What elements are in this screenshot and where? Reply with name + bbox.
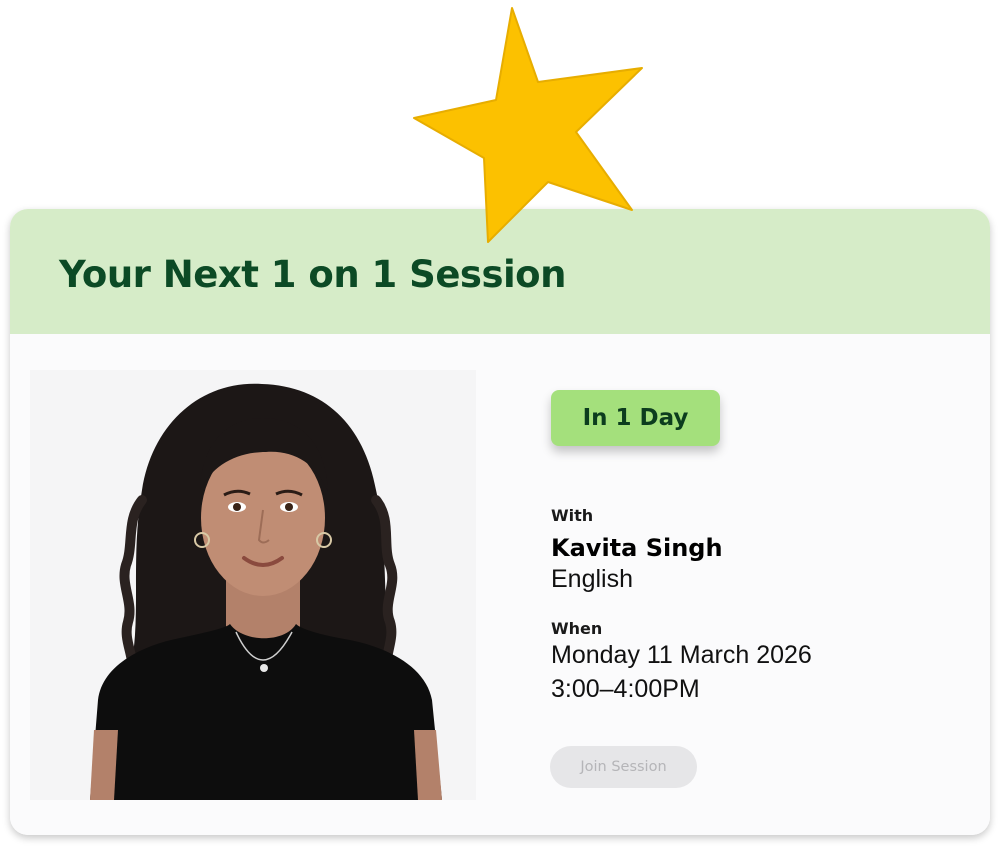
session-time: 3:00–4:00PM [551, 675, 700, 703]
session-date: Monday 11 March 2026 [551, 641, 812, 669]
card-body: In 1 Day With Kavita Singh English When … [10, 334, 990, 835]
join-session-button[interactable]: Join Session [550, 746, 697, 788]
time-until-badge: In 1 Day [551, 390, 720, 446]
card-title: Your Next 1 on 1 Session [59, 253, 566, 296]
when-label: When [551, 619, 603, 638]
star-icon [410, 4, 650, 244]
with-label: With [551, 506, 594, 525]
session-card: Your Next 1 on 1 Session In 1 Day With K… [10, 209, 990, 835]
subject: English [551, 565, 633, 593]
tutor-name: Kavita Singh [551, 534, 723, 562]
page: Your Next 1 on 1 Session In 1 Day With K… [0, 0, 1000, 858]
tutor-photo [30, 370, 476, 800]
